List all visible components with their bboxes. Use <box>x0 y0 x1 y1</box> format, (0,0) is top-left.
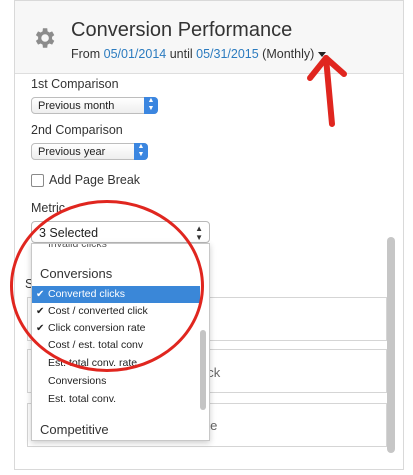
metric-value: 3 Selected <box>39 226 99 240</box>
panel-scrollbar[interactable] <box>387 237 395 453</box>
period-label[interactable]: (Monthly) <box>262 47 314 61</box>
date-range: From 05/01/2014 until 05/31/2015 (Monthl… <box>71 47 327 61</box>
option-label: Conversions <box>48 375 107 387</box>
comparison2-value: Previous year <box>38 146 106 158</box>
page-break-checkbox[interactable] <box>31 174 44 187</box>
checkmark-icon: ✔ <box>36 289 45 300</box>
metric-dropdown-list[interactable]: Invalid clicks Conversions ✔ Converted c… <box>31 243 210 441</box>
option-label: Converted clicks <box>48 288 126 300</box>
report-settings-panel: Conversion Performance From 05/01/2014 u… <box>14 0 404 470</box>
option-cost-per-est-total-conv[interactable]: Cost / est. total conv <box>32 337 200 354</box>
option-label: Est. total conv. rate <box>48 357 138 369</box>
option-click-conversion-rate[interactable]: ✔ Click conversion rate <box>32 320 200 337</box>
from-label: From <box>71 47 101 61</box>
metric-label: Metric <box>31 201 66 215</box>
group-label-competitive: Competitive <box>40 422 109 437</box>
report-header: Conversion Performance From 05/01/2014 u… <box>15 1 403 74</box>
option-label: Click conversion rate <box>48 322 146 334</box>
until-label: until <box>169 47 193 61</box>
updown-arrows-icon: ▲ ▼ <box>195 224 203 242</box>
option-label: Est. total conv. <box>48 393 117 405</box>
page-break-label: Add Page Break <box>49 173 141 187</box>
end-date-link[interactable]: 05/31/2015 <box>196 47 259 61</box>
metric-select[interactable]: 3 Selected ▲ ▼ <box>31 221 210 243</box>
updown-arrows-icon: ▲ ▼ <box>134 143 148 160</box>
comparison1-label: 1st Comparison <box>31 77 119 91</box>
comparison2-select[interactable]: Previous year ▲ ▼ <box>31 143 148 160</box>
option-est-total-conv-rate[interactable]: Est. total conv. rate <box>32 355 200 372</box>
option-est-total-conv[interactable]: Est. total conv. <box>32 391 200 408</box>
caret-down-icon[interactable] <box>318 52 327 58</box>
list-item[interactable]: Invalid clicks <box>32 244 200 253</box>
option-label: Cost / converted click <box>48 305 148 317</box>
page-title: Conversion Performance <box>71 19 293 41</box>
updown-arrows-icon: ▲ ▼ <box>144 97 158 114</box>
option-conversions[interactable]: Conversions <box>32 373 200 390</box>
comparison2-label: 2nd Comparison <box>31 123 123 137</box>
option-converted-clicks[interactable]: ✔ Converted clicks <box>32 286 200 303</box>
comparison1-select[interactable]: Previous month ▲ ▼ <box>31 97 158 114</box>
group-label-conversions: Conversions <box>40 266 113 281</box>
checkmark-icon: ✔ <box>36 306 45 317</box>
dropdown-scrollbar[interactable] <box>200 330 206 410</box>
option-label: Cost / est. total conv <box>48 339 144 351</box>
option-cost-per-converted-click[interactable]: ✔ Cost / converted click <box>32 303 200 320</box>
start-date-link[interactable]: 05/01/2014 <box>104 47 167 61</box>
comparison1-value: Previous month <box>38 100 115 112</box>
checkmark-icon: ✔ <box>36 323 45 334</box>
gear-icon[interactable] <box>31 25 57 51</box>
